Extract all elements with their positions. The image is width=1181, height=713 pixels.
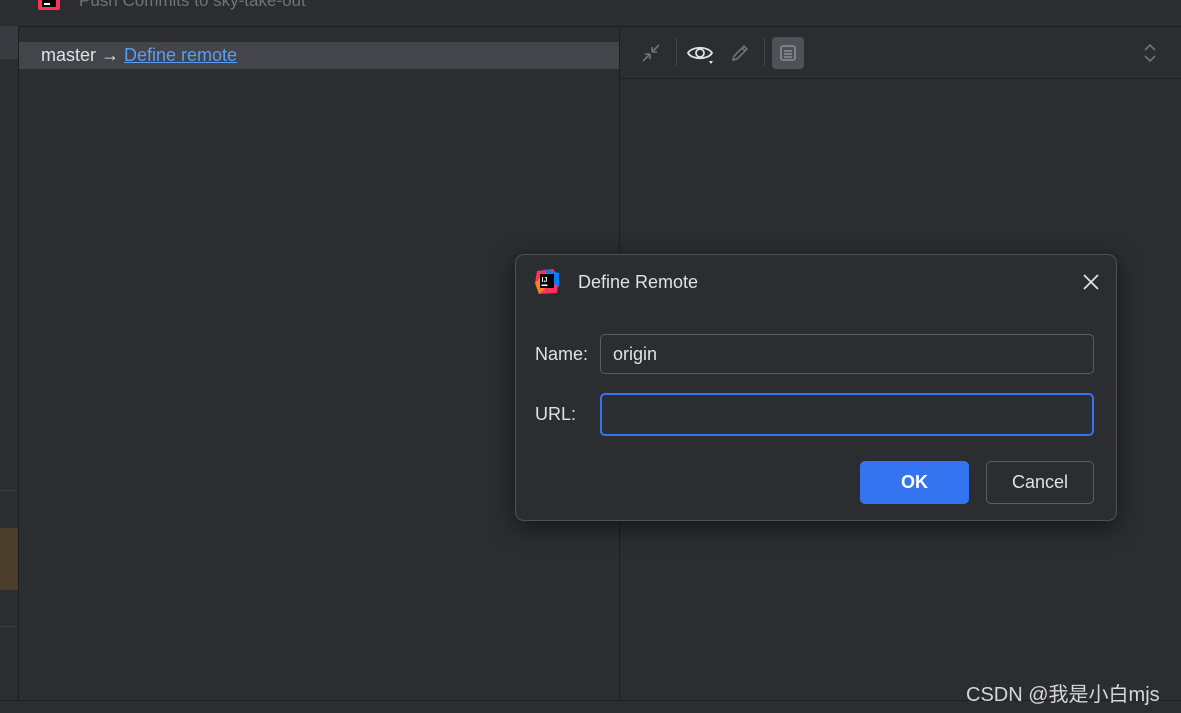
name-input[interactable] [600, 334, 1094, 374]
strip-selection [0, 26, 18, 59]
toolbar-separator [764, 38, 765, 66]
ok-button[interactable]: OK [860, 461, 969, 504]
strip-divider [0, 626, 18, 627]
branch-name: master [41, 45, 97, 65]
dialog-title: Define Remote [578, 272, 699, 292]
cancel-button[interactable]: Cancel [986, 461, 1094, 504]
close-button[interactable] [1079, 270, 1103, 294]
ide-left-strip [0, 26, 19, 712]
edit-button[interactable] [724, 37, 756, 69]
intellij-logo-icon [38, 0, 60, 10]
details-view-icon [780, 45, 796, 61]
pencil-icon [731, 44, 749, 62]
name-label: Name: [535, 344, 589, 364]
expand-collapse-icon [1144, 43, 1156, 63]
expand-collapse-button[interactable] [1134, 37, 1166, 69]
url-input[interactable] [600, 393, 1094, 436]
strip-divider [0, 490, 18, 491]
svg-text:IJ: IJ [542, 277, 548, 284]
define-remote-dialog: IJ Define Remote Name: URL: OK Cancel [515, 254, 1117, 521]
define-remote-link[interactable]: Define remote [124, 45, 237, 66]
url-label: URL: [535, 404, 577, 424]
intellij-logo-icon: IJ [535, 269, 559, 294]
show-details-button[interactable] [684, 37, 716, 69]
branch-row[interactable]: master → Define remote [19, 42, 619, 69]
details-toolbar [620, 27, 1181, 79]
push-arrow: → [101, 45, 120, 65]
details-view-button[interactable] [772, 37, 804, 69]
collapse-button[interactable] [635, 37, 667, 69]
watermark: CSDN @我是小白mjs [966, 684, 1160, 706]
eye-icon [686, 46, 714, 64]
toolbar-separator [676, 38, 677, 66]
window-title: Push Commits to sky-take-out [79, 0, 306, 10]
close-icon [1083, 274, 1099, 290]
strip-highlight [0, 528, 18, 590]
window-titlebar: Push Commits to sky-take-out [0, 0, 1181, 27]
collapse-icon [642, 44, 660, 62]
